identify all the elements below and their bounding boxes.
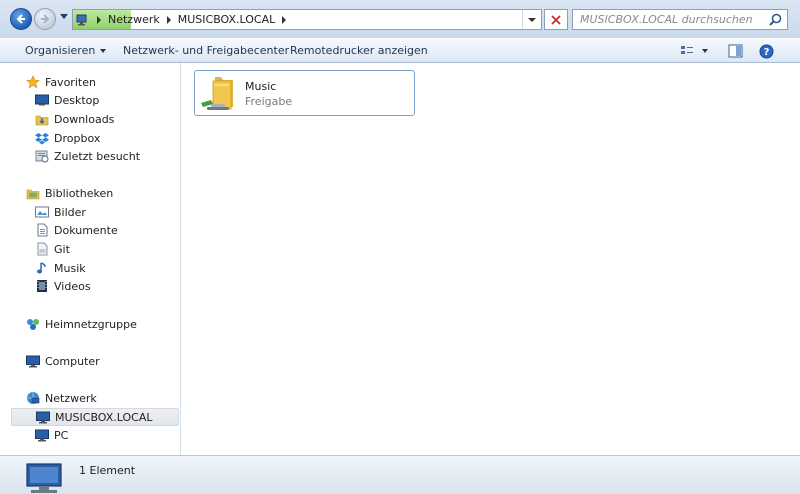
nav-item-label: Bilder bbox=[54, 205, 86, 219]
svg-text:?: ? bbox=[764, 47, 770, 58]
nav-computer-label: Computer bbox=[45, 354, 100, 368]
documents-icon bbox=[37, 223, 48, 237]
nav-item-pictures[interactable]: Bilder bbox=[35, 203, 86, 221]
nav-item-musicbox[interactable]: MUSICBOX.LOCAL bbox=[11, 408, 179, 426]
share-item-music[interactable]: Music Freigabe bbox=[194, 70, 415, 116]
forward-button[interactable] bbox=[34, 8, 56, 30]
nav-item-documents[interactable]: Dokumente bbox=[35, 221, 118, 239]
status-bar: 1 Element bbox=[0, 455, 800, 494]
nav-item-pc[interactable]: PC bbox=[35, 426, 68, 444]
search-input[interactable]: MUSICBOX.LOCAL durchsuchen bbox=[572, 9, 788, 30]
star-icon bbox=[26, 75, 40, 89]
nav-homegroup[interactable]: Heimnetzgruppe bbox=[26, 315, 137, 333]
breadcrumb-netzwerk[interactable]: Netzwerk bbox=[108, 13, 160, 26]
help-icon[interactable]: ? bbox=[759, 44, 774, 59]
nav-computer[interactable]: Computer bbox=[26, 352, 100, 370]
content-pane: Music Freigabe bbox=[181, 63, 800, 455]
nav-network-label: Netzwerk bbox=[45, 391, 97, 405]
breadcrumb-musicbox[interactable]: MUSICBOX.LOCAL bbox=[178, 13, 276, 26]
nav-libraries[interactable]: Bibliotheken bbox=[26, 184, 113, 202]
nav-homegroup-label: Heimnetzgruppe bbox=[45, 317, 137, 331]
nav-item-label: MUSICBOX.LOCAL bbox=[55, 410, 153, 424]
libraries-icon bbox=[26, 189, 40, 199]
organize-button[interactable]: Organisieren bbox=[25, 44, 107, 57]
pictures-icon bbox=[35, 206, 49, 218]
view-options-icon[interactable] bbox=[680, 44, 710, 58]
status-item-count: 1 Element bbox=[79, 464, 136, 477]
nav-item-label: PC bbox=[54, 428, 69, 442]
dropbox-icon bbox=[35, 132, 49, 144]
downloads-folder-icon bbox=[35, 115, 49, 125]
close-icon bbox=[551, 14, 561, 25]
back-arrow-icon bbox=[16, 14, 25, 24]
organize-label: Organisieren bbox=[25, 44, 96, 57]
network-center-button[interactable]: Netzwerk- und Freigabecenter bbox=[123, 44, 289, 57]
nav-item-git[interactable]: Git bbox=[35, 240, 70, 258]
network-icon bbox=[27, 392, 40, 404]
nav-item-label: Zuletzt besucht bbox=[54, 149, 141, 163]
nav-libraries-label: Bibliotheken bbox=[45, 186, 114, 200]
network-computer-icon bbox=[36, 411, 50, 423]
video-film-icon bbox=[37, 280, 47, 292]
chevron-down-icon bbox=[100, 49, 107, 53]
share-item-name: Music bbox=[245, 80, 277, 93]
share-item-type: Freigabe bbox=[245, 95, 293, 108]
nav-favorites-label: Favoriten bbox=[45, 75, 96, 89]
nav-item-recent[interactable]: Zuletzt besucht bbox=[35, 147, 140, 165]
computer-icon bbox=[26, 355, 40, 367]
search-placeholder: MUSICBOX.LOCAL durchsuchen bbox=[580, 13, 753, 26]
breadcrumb-separator[interactable] bbox=[282, 15, 287, 24]
nav-network[interactable]: Netzwerk bbox=[26, 389, 97, 407]
nav-item-label: Desktop bbox=[54, 93, 100, 107]
address-bar[interactable]: Netzwerk MUSICBOX.LOCAL bbox=[72, 9, 542, 30]
nav-item-downloads[interactable]: Downloads bbox=[35, 110, 114, 128]
nav-item-videos[interactable]: Videos bbox=[35, 277, 91, 295]
recent-pages-dropdown[interactable] bbox=[60, 14, 68, 19]
back-button[interactable] bbox=[10, 8, 32, 30]
search-icon[interactable] bbox=[769, 13, 782, 26]
navigation-pane: Favoriten Desktop Downloads Dropbox Zule… bbox=[0, 63, 181, 455]
homegroup-icon bbox=[27, 319, 39, 330]
git-folder-icon bbox=[37, 242, 48, 256]
nav-item-desktop[interactable]: Desktop bbox=[35, 91, 99, 109]
breadcrumb-separator[interactable] bbox=[166, 15, 171, 24]
nav-item-label: Musik bbox=[54, 261, 86, 275]
nav-item-label: Videos bbox=[54, 279, 91, 293]
stop-button[interactable] bbox=[544, 9, 568, 30]
nav-item-dropbox[interactable]: Dropbox bbox=[35, 129, 100, 147]
network-icon bbox=[76, 14, 87, 25]
nav-item-label: Dokumente bbox=[54, 223, 118, 237]
breadcrumb-separator[interactable] bbox=[97, 15, 101, 24]
address-row: Netzwerk MUSICBOX.LOCAL MUSICBOX.LOCAL d… bbox=[0, 0, 800, 38]
recent-places-icon bbox=[35, 150, 49, 163]
desktop-icon bbox=[35, 94, 49, 106]
nav-item-label: Downloads bbox=[54, 112, 115, 126]
shared-folder-icon bbox=[201, 77, 233, 110]
nav-item-label: Dropbox bbox=[54, 131, 101, 145]
nav-item-music[interactable]: Musik bbox=[35, 259, 86, 277]
forward-arrow-icon bbox=[41, 14, 50, 24]
nav-item-label: Git bbox=[54, 242, 70, 256]
address-history-dropdown[interactable] bbox=[522, 10, 541, 29]
nav-favorites[interactable]: Favoriten bbox=[26, 73, 96, 91]
network-computer-icon bbox=[26, 463, 62, 493]
music-note-icon bbox=[37, 262, 46, 274]
preview-pane-icon[interactable] bbox=[728, 44, 743, 58]
remote-printers-button[interactable]: Remotedrucker anzeigen bbox=[290, 44, 428, 57]
network-computer-icon bbox=[35, 429, 49, 441]
command-bar: Organisieren Netzwerk- und Freigabecente… bbox=[0, 38, 800, 63]
